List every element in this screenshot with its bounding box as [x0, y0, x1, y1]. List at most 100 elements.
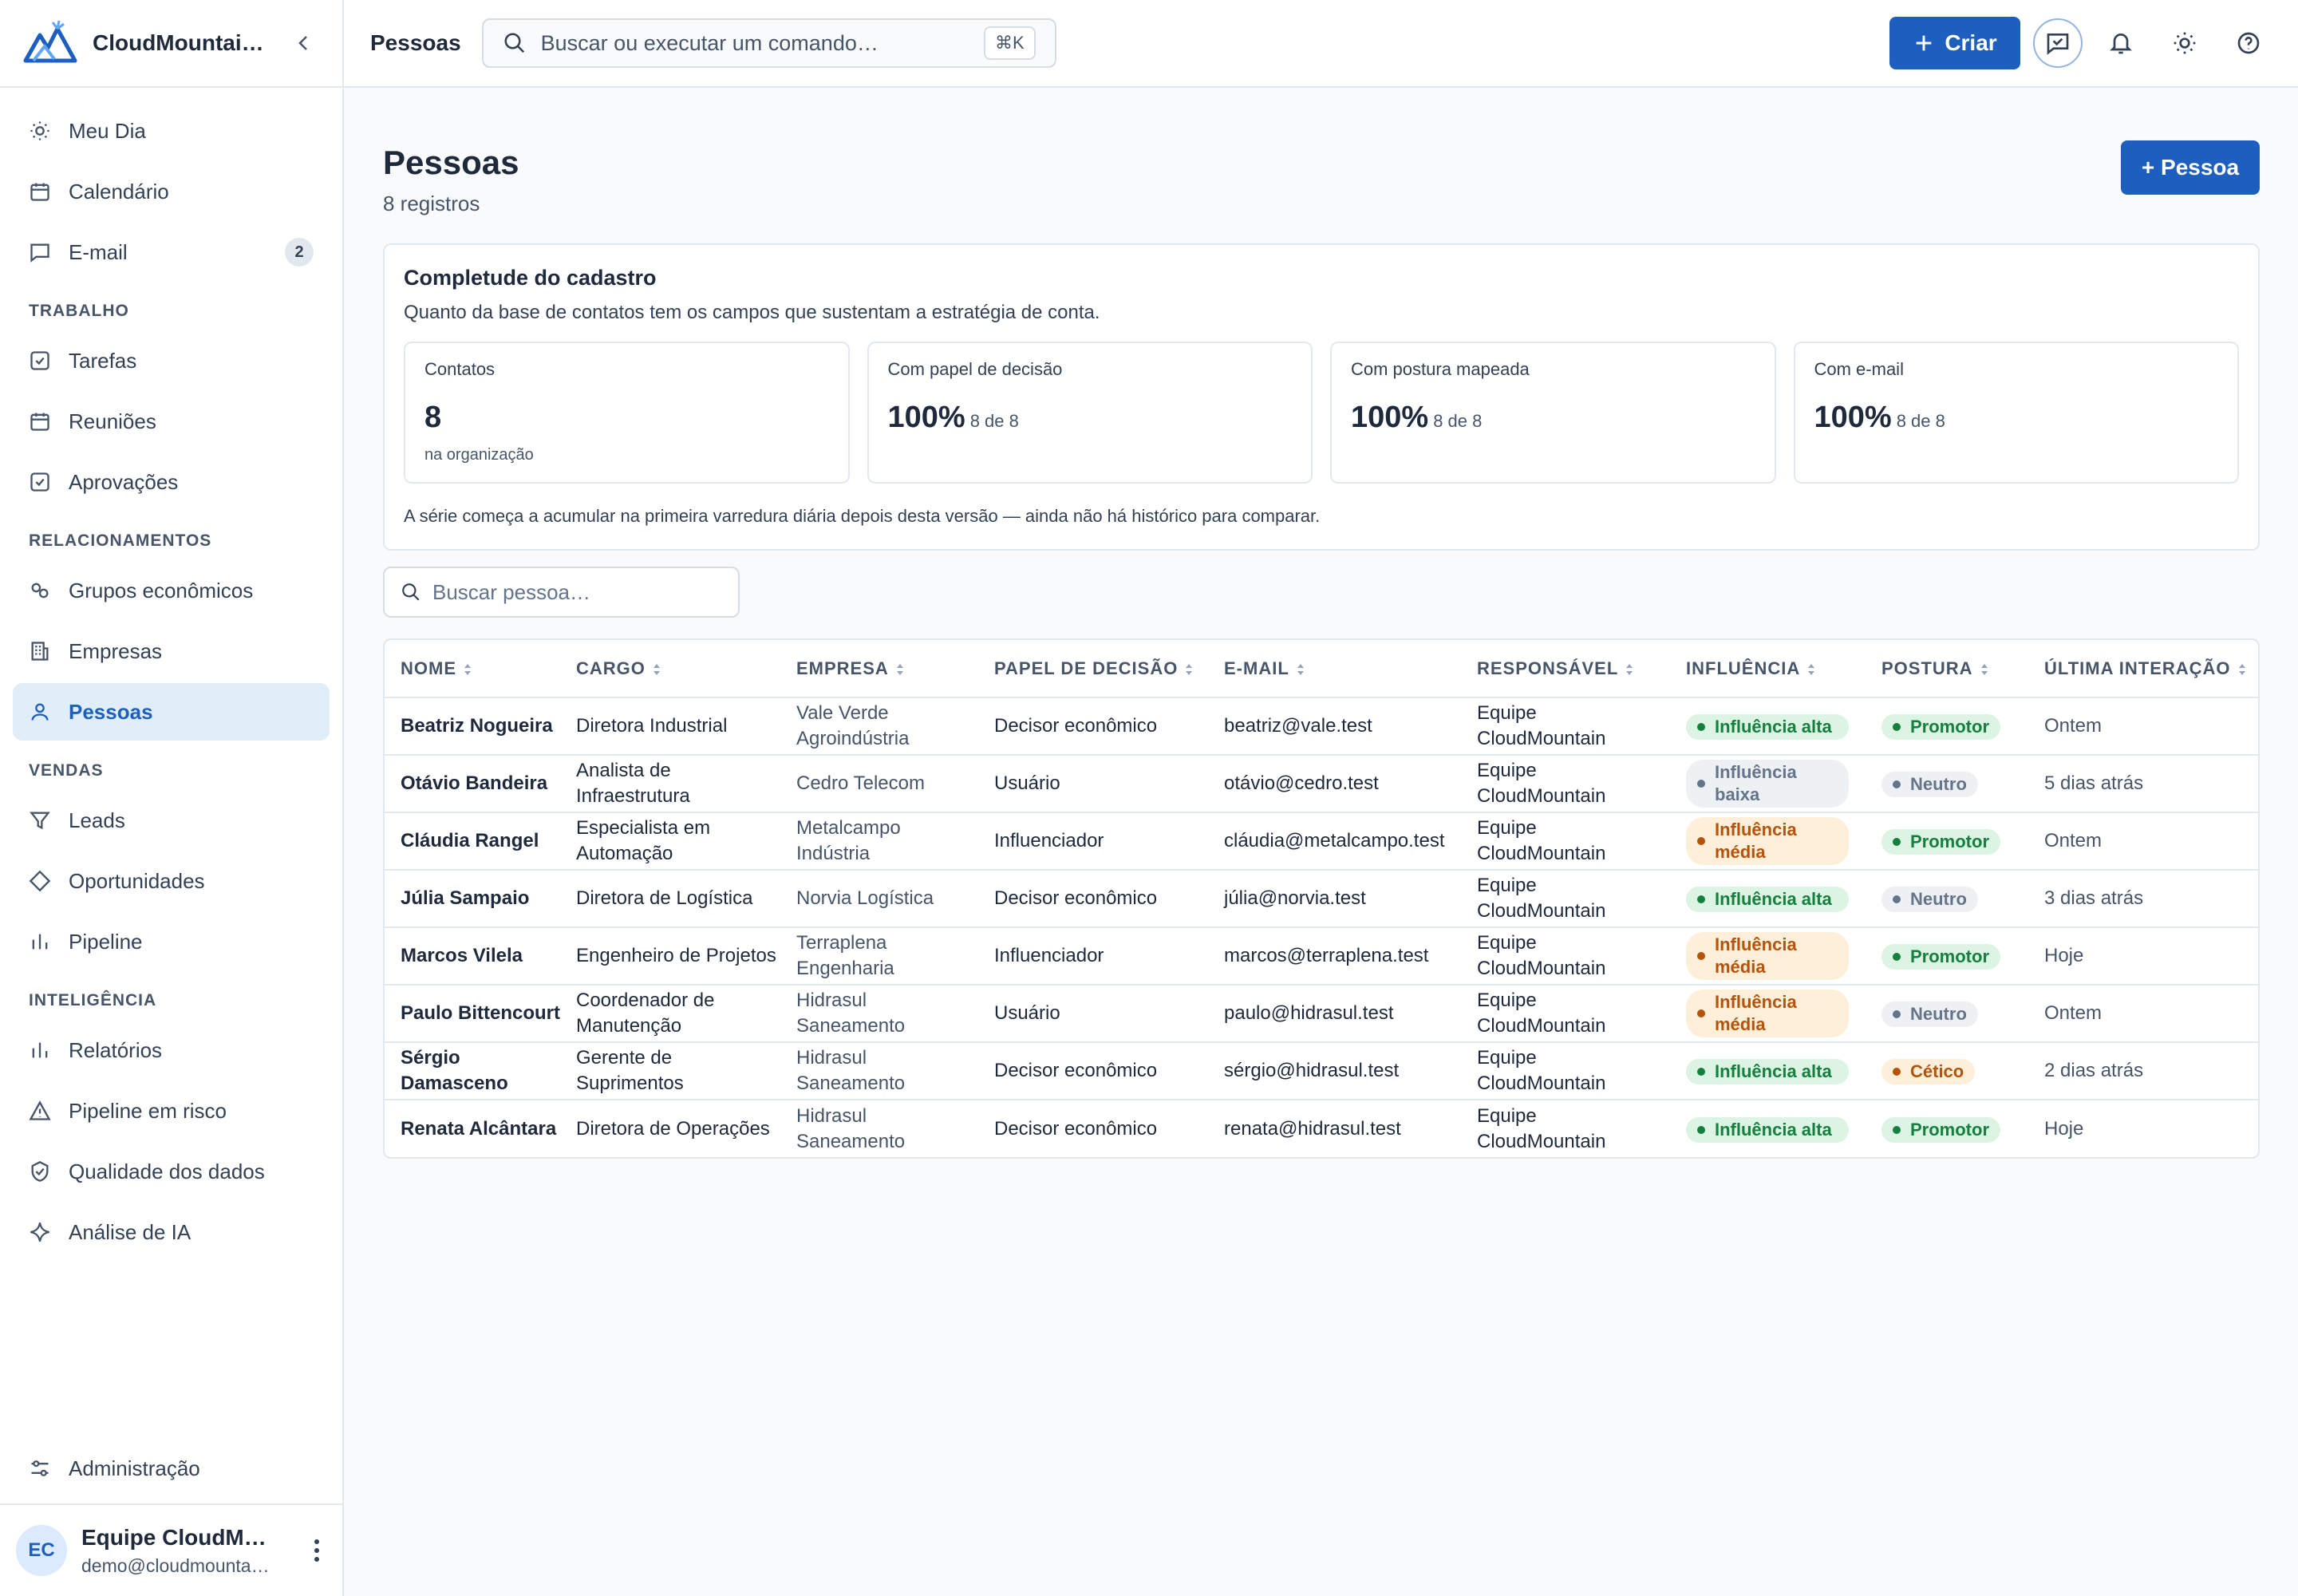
sidebar-item-meu-dia[interactable]: Meu Dia — [13, 102, 330, 160]
cell-name[interactable]: Paulo Bittencourt — [385, 985, 560, 1043]
column-header[interactable]: E-MAIL — [1208, 640, 1461, 698]
sidebar-item-pipeline[interactable]: Pipeline — [13, 913, 330, 970]
table-row[interactable]: Renata Alcântara Diretora de Operações Hid… — [385, 1100, 2258, 1157]
sidebar-item-aprovacoes[interactable]: Aprovações — [13, 453, 330, 511]
command-search-input[interactable]: Buscar ou executar um comando… ⌘K — [481, 18, 1056, 68]
cell-decision-role: Decisor econômico — [978, 697, 1208, 756]
sidebar-item-empresas[interactable]: Empresas — [13, 622, 330, 680]
column-header[interactable]: EMPRESA — [780, 640, 978, 698]
sidebar-item-label: Administração — [69, 1456, 200, 1480]
user-menu-button[interactable] — [307, 1535, 326, 1566]
sidebar-item-oportunidades[interactable]: Oportunidades — [13, 852, 330, 910]
cell-influence: Influência alta — [1670, 1100, 1866, 1157]
status-dot — [1697, 1068, 1705, 1076]
cell-posture: Promotor — [1866, 812, 2028, 871]
cell-company[interactable]: Hidrasul Saneamento — [780, 985, 978, 1043]
cell-last-interaction: Hoje — [2044, 1117, 2084, 1140]
notifications-button[interactable] — [2095, 18, 2146, 69]
table-row[interactable]: Paulo Bittencourt Coordenador de Manutenç… — [385, 985, 2258, 1043]
column-header-label: E-MAIL — [1224, 658, 1289, 678]
cell-company[interactable]: Vale Verde Agroindústria — [780, 697, 978, 756]
column-header-label: POSTURA — [1881, 658, 1973, 678]
cell-company[interactable]: Norvia Logística — [780, 870, 978, 928]
sidebar-item-qualidade-dos-dados[interactable]: Qualidade dos dados — [13, 1143, 330, 1200]
sidebar-item-grupos-economicos[interactable]: Grupos econômicos — [13, 562, 330, 619]
add-person-button[interactable]: + Pessoa — [2121, 140, 2260, 195]
cell-email[interactable]: cláudia@metalcampo.test — [1208, 812, 1461, 871]
cell-name[interactable]: Júlia Sampaio — [385, 870, 560, 928]
cell-company[interactable]: Metalcampo Indústria — [780, 812, 978, 871]
sidebar-item-relatorios[interactable]: Relatórios — [13, 1021, 330, 1079]
sidebar-item-label: Aprovações — [69, 469, 179, 494]
sparkle-icon — [30, 1223, 49, 1242]
sort-icon — [896, 663, 903, 675]
table-row[interactable]: Beatriz Nogueira Diretora Industrial Vale … — [385, 697, 2258, 756]
completeness-title: Completude do cadastro — [404, 266, 657, 290]
cell-email[interactable]: renata@hidrasul.test — [1208, 1100, 1461, 1157]
user-icon — [31, 703, 49, 721]
status-dot — [1697, 780, 1705, 788]
cell-name[interactable]: Cláudia Rangel — [385, 812, 560, 871]
cell-email[interactable]: otávio@cedro.test — [1208, 755, 1461, 813]
cell-last-interaction: Ontem — [2028, 812, 2258, 871]
table-row[interactable]: Júlia Sampaio Diretora de Logística Norvia… — [385, 870, 2258, 928]
table-row[interactable]: Cláudia Rangel Especialista em Automação M… — [385, 812, 2258, 871]
cell-email[interactable]: marcos@terraplena.test — [1208, 927, 1461, 986]
user-profile[interactable]: EC Equipe CloudMo… demo@cloudmounta… — [0, 1503, 342, 1596]
cell-name[interactable]: Otávio Bandeira — [385, 755, 560, 813]
cell-decision-role: Usuário — [978, 755, 1208, 813]
cell-email[interactable]: júlia@norvia.test — [1208, 870, 1461, 928]
cell-owner: Equipe CloudMountain — [1461, 1042, 1670, 1100]
column-header[interactable]: INFLUÊNCIA — [1670, 640, 1866, 698]
column-header[interactable]: NOME — [385, 640, 560, 698]
cell-company[interactable]: Hidrasul Saneamento — [780, 1042, 978, 1100]
nav-section-title: TRABALHO — [29, 302, 129, 320]
cell-name[interactable]: Sérgio Damasceno — [385, 1042, 560, 1100]
cell-name[interactable]: Beatriz Nogueira — [385, 697, 560, 756]
unread-count-badge: 2 — [285, 238, 314, 267]
theme-toggle-button[interactable] — [2159, 18, 2210, 69]
help-button[interactable] — [2223, 18, 2274, 69]
brand[interactable]: CloudMountai… — [0, 0, 342, 88]
table-row[interactable]: Sérgio Damasceno Gerente de Suprimentos Hi… — [385, 1042, 2258, 1100]
sidebar-item-leads[interactable]: Leads — [13, 792, 330, 849]
sidebar-item-pessoas[interactable]: Pessoas — [13, 683, 330, 741]
page-breadcrumb: Pessoas — [370, 30, 461, 55]
cell-email[interactable]: beatriz@vale.test — [1208, 697, 1461, 756]
create-button[interactable]: Criar — [1889, 17, 2020, 69]
column-header[interactable]: PAPEL DE DECISÃO — [978, 640, 1208, 698]
column-header[interactable]: CARGO — [560, 640, 780, 698]
cell-email[interactable]: paulo@hidrasul.test — [1208, 985, 1461, 1043]
search-icon — [402, 583, 420, 601]
collapse-sidebar-button[interactable] — [288, 27, 320, 59]
assistant-button[interactable] — [2033, 18, 2083, 68]
stat-value: 100% 8 de 8 — [1814, 401, 1945, 434]
person-search-input[interactable] — [432, 579, 720, 605]
sidebar-item-calendario[interactable]: Calendário — [13, 163, 330, 220]
column-header[interactable]: ÚLTIMA INTERAÇÃO — [2028, 640, 2258, 698]
cell-name[interactable]: Renata Alcântara — [385, 1100, 560, 1157]
sidebar-item-tarefas[interactable]: Tarefas — [13, 332, 330, 389]
cell-company[interactable]: Hidrasul Saneamento — [780, 1100, 978, 1157]
shield-check-icon — [31, 1161, 49, 1182]
building-icon — [31, 642, 49, 661]
influence-badge: Influência baixa — [1686, 760, 1849, 808]
sidebar-item-administracao[interactable]: Administração — [13, 1440, 330, 1497]
column-header[interactable]: POSTURA — [1866, 640, 2028, 698]
cell-name[interactable]: Marcos Vilela — [385, 927, 560, 986]
sidebar-item-pipeline-em-risco[interactable]: Pipeline em risco — [13, 1082, 330, 1140]
column-header[interactable]: RESPONSÁVEL — [1461, 640, 1670, 698]
sidebar-item-email[interactable]: E-mail 2 — [13, 223, 330, 281]
create-button-label: Criar — [1945, 30, 1997, 55]
sidebar-item-reunioes[interactable]: Reuniões — [13, 393, 330, 450]
person-search[interactable] — [383, 567, 740, 618]
cell-email[interactable]: sérgio@hidrasul.test — [1208, 1042, 1461, 1100]
cell-company[interactable]: Terraplena Engenharia — [780, 927, 978, 986]
sidebar-item-analise-de-ia[interactable]: Análise de IA — [13, 1203, 330, 1261]
table-row[interactable]: Marcos Vilela Engenheiro de Projetos Terra… — [385, 927, 2258, 986]
table-row[interactable]: Otávio Bandeira Analista de Infraestrutur… — [385, 755, 2258, 813]
cell-company[interactable]: Cedro Telecom — [780, 755, 978, 813]
cell-role: Analista de Infraestrutura — [560, 755, 780, 813]
stat-card-contatos: Contatos 8 na organização — [404, 342, 850, 484]
cell-last-interaction: 3 dias atrás — [2028, 870, 2258, 928]
